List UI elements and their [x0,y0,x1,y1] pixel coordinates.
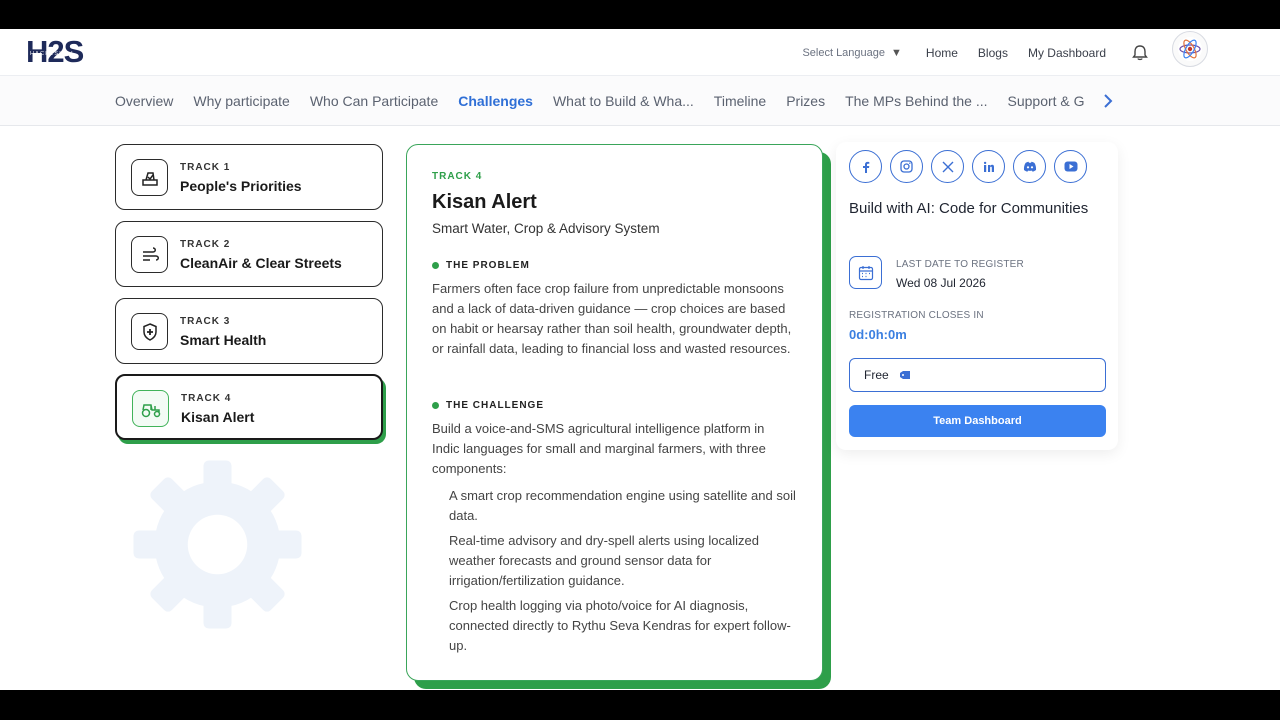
tab-timeline[interactable]: Timeline [714,93,766,109]
track-name: People's Priorities [180,178,302,194]
last-date-label: LAST DATE TO REGISTER [896,259,1024,270]
atom-icon [1178,37,1202,61]
detail-track-label: TRACK 4 [432,171,483,182]
track-card-1[interactable]: TRACK 1 People's Priorities [115,144,383,210]
chevron-right-icon[interactable] [1101,92,1115,110]
wind-icon [131,236,168,273]
registration-panel: Build with AI: Code for Communities LAST… [836,142,1118,450]
track-label: TRACK 2 [180,239,231,250]
countdown-value: 0d:0h:0m [849,327,907,342]
problem-heading-text: THE PROBLEM [446,260,530,271]
list-item: Crop health logging via photo/voice for … [449,598,791,653]
problem-heading: THE PROBLEM [432,260,530,271]
last-date-value: Wed 08 Jul 2026 [896,276,986,290]
problem-text: Farmers often face crop failure from unp… [432,281,792,356]
nav-blogs[interactable]: Blogs [978,46,1008,60]
fee-field[interactable]: Free [849,358,1106,392]
instagram-icon[interactable] [890,150,923,183]
tab-mps-behind[interactable]: The MPs Behind the ... [845,93,987,109]
bell-icon[interactable] [1130,43,1150,63]
discord-icon[interactable] [1013,150,1046,183]
tab-why-participate[interactable]: Why participate [193,93,289,109]
tractor-icon [132,390,169,427]
track-card-2[interactable]: TRACK 2 CleanAir & Clear Streets [115,221,383,287]
x-icon[interactable] [931,150,964,183]
caret-down-icon: ▼ [891,46,902,59]
detail-title: Kisan Alert [432,191,537,213]
challenge-heading-text: THE CHALLENGE [446,400,544,411]
track-name: Smart Health [180,332,267,348]
challenge-heading: THE CHALLENGE [432,400,544,411]
challenge-detail-card: TRACK 4 Kisan Alert Smart Water, Crop & … [406,144,823,681]
top-header: H2S HACK2SKILL Select Language ▼ Home Bl… [0,29,1280,76]
challenge-text: Build a voice-and-SMS agricultural intel… [432,421,766,476]
fee-label: Free [864,368,889,382]
top-nav: Select Language ▼ Home Blogs My Dashboar… [802,29,1210,76]
list-item: A smart crop recommendation engine using… [449,488,796,523]
track-name: Kisan Alert [181,409,255,425]
nav-my-dashboard[interactable]: My Dashboard [1028,46,1106,60]
nav-home[interactable]: Home [926,46,958,60]
tab-challenges[interactable]: Challenges [458,93,533,109]
team-dashboard-button[interactable]: Team Dashboard [849,405,1106,437]
components-list: A smart crop recommendation engine using… [449,486,799,661]
tab-who-can-participate[interactable]: Who Can Participate [310,93,438,109]
facebook-icon[interactable] [849,150,882,183]
track-name: CleanAir & Clear Streets [180,255,342,271]
tab-prizes[interactable]: Prizes [786,93,825,109]
youtube-icon[interactable] [1054,150,1087,183]
bullet-dot [432,262,439,269]
list-item: Real-time advisory and dry-spell alerts … [449,533,759,588]
linkedin-icon[interactable] [972,150,1005,183]
track-label: TRACK 1 [180,162,231,173]
tab-support[interactable]: Support & G [1008,93,1085,109]
event-title: Build with AI: Code for Communities [849,200,1089,217]
vote-box-icon [131,159,168,196]
track-label: TRACK 4 [181,393,232,404]
shield-plus-icon [131,313,168,350]
track-label: TRACK 3 [180,316,231,327]
calendar-icon [849,256,882,289]
page-frame: H2S HACK2SKILL Select Language ▼ Home Bl… [0,29,1280,690]
section-tabs: Overview Why participate Who Can Partici… [115,76,1085,126]
closes-label: REGISTRATION CLOSES IN [849,310,984,321]
tab-overview[interactable]: Overview [115,93,173,109]
h2s-logo[interactable]: H2S HACK2SKILL [26,34,102,68]
bullet-dot [432,402,439,409]
svg-text:HACK2SKILL: HACK2SKILL [30,51,75,57]
language-select[interactable]: Select Language ▼ [802,47,901,59]
detail-subtitle: Smart Water, Crop & Advisory System [432,221,660,236]
avatar[interactable] [1172,31,1208,67]
track-card-3[interactable]: TRACK 3 Smart Health [115,298,383,364]
language-label: Select Language [802,46,886,59]
gear-icon [133,460,302,629]
track-card-4[interactable]: TRACK 4 Kisan Alert [115,374,383,440]
social-links [849,150,1087,183]
tag-icon [899,371,910,379]
tab-what-to-build[interactable]: What to Build & Wha... [553,93,694,109]
section-tabbar: Overview Why participate Who Can Partici… [0,76,1280,126]
